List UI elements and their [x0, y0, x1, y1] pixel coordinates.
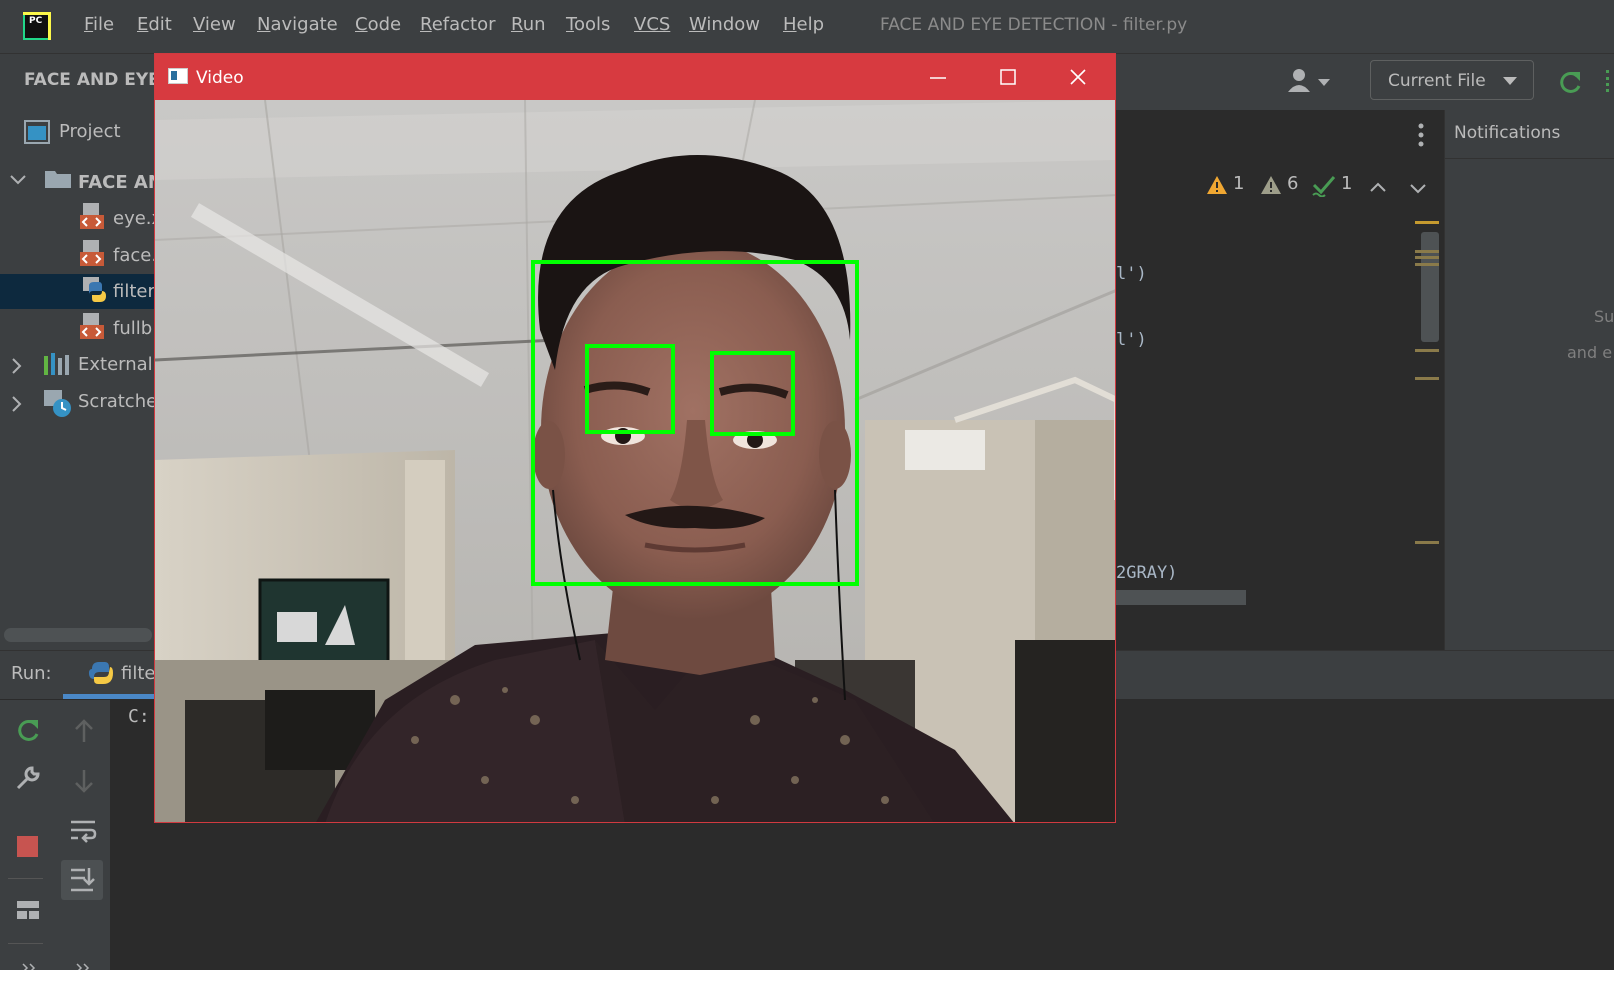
run-label: Run: [11, 663, 52, 684]
menu-help[interactable]: Help [783, 14, 824, 35]
minimize-button[interactable] [903, 54, 973, 100]
xml-file-icon [79, 312, 105, 344]
dropdown-arrow-icon [1503, 77, 1517, 85]
rerun-icon[interactable] [1556, 68, 1584, 100]
soft-wrap-icon[interactable] [69, 818, 97, 848]
menu-tools[interactable]: Tools [566, 14, 610, 35]
rerun-icon[interactable] [14, 716, 42, 748]
code-line-3[interactable]: 2GRAY) [1116, 563, 1177, 583]
ide-window: PC File Edit View Navigate Code Refactor… [0, 0, 1614, 970]
expand-arrow-icon[interactable] [10, 396, 22, 416]
menu-bar: PC File Edit View Navigate Code Refactor… [0, 0, 1614, 53]
code-line-2[interactable]: l') [1116, 330, 1147, 350]
menu-view[interactable]: View [193, 14, 236, 35]
pycharm-logo-icon: PC [23, 12, 51, 40]
code-line-1[interactable]: l') [1116, 264, 1147, 284]
error-stripe-mark[interactable] [1415, 250, 1439, 253]
maximize-button[interactable] [973, 54, 1043, 100]
more-actions-icon[interactable] [1606, 70, 1613, 92]
notifications-title: Notifications [1454, 123, 1561, 143]
project-horizontal-scrollbar[interactable] [4, 628, 152, 642]
error-stripe-mark[interactable] [1415, 263, 1439, 266]
typo-count: 1 [1341, 173, 1353, 194]
notifications-empty-subtext: and e [1567, 343, 1613, 362]
run-tab-active-indicator [63, 694, 158, 699]
run-config-dropdown[interactable]: Current File [1370, 60, 1534, 100]
console-output[interactable]: C: [128, 706, 150, 727]
notifications-panel [1444, 110, 1614, 650]
project-view-icon[interactable] [24, 120, 50, 148]
webcam-frame [155, 100, 1115, 822]
user-icon[interactable] [1287, 68, 1332, 94]
down-arrow-icon[interactable] [73, 768, 95, 798]
close-button[interactable] [1043, 54, 1113, 100]
tree-item-project-root[interactable]: FACE AN [78, 172, 163, 193]
menu-code[interactable]: Code [355, 14, 401, 35]
error-stripe-mark[interactable] [1415, 377, 1439, 380]
stop-icon[interactable] [17, 836, 38, 857]
menu-file[interactable]: File [84, 14, 114, 35]
error-stripe-mark[interactable] [1415, 541, 1439, 544]
tree-item-face-xml[interactable]: face. [113, 245, 157, 266]
video-window-title: Video [196, 68, 244, 88]
menu-run[interactable]: Run [511, 14, 546, 35]
video-window[interactable]: Video [154, 53, 1116, 823]
weak-warning-count: 6 [1287, 173, 1299, 194]
scratches-icon [43, 389, 73, 423]
menu-navigate[interactable]: Navigate [257, 14, 338, 35]
run-tab[interactable]: filte [121, 663, 155, 684]
wrench-icon[interactable] [14, 764, 42, 796]
warning-count: 1 [1233, 173, 1245, 194]
tree-item-external-libraries[interactable]: External [78, 354, 153, 375]
typo-check-icon [1312, 175, 1336, 201]
folder-icon [44, 169, 72, 193]
collapse-arrow-icon[interactable] [10, 172, 26, 191]
editor-more-icon[interactable] [1417, 122, 1425, 152]
menu-edit[interactable]: Edit [137, 14, 172, 35]
scroll-to-end-icon[interactable] [61, 860, 103, 900]
error-stripe-mark[interactable] [1415, 221, 1439, 224]
webcam-scene-image [155, 100, 1115, 822]
menu-window[interactable]: Window [689, 14, 760, 35]
window-title: FACE AND EYE DETECTION - filter.py [880, 15, 1188, 35]
project-panel-title[interactable]: Project [59, 121, 121, 142]
python-run-tab-icon [88, 659, 114, 691]
xml-file-icon [79, 202, 105, 234]
project-breadcrumb[interactable]: FACE AND EYE [24, 70, 160, 90]
menu-vcs[interactable]: VCS [634, 14, 670, 35]
error-stripe-mark[interactable] [1415, 349, 1439, 352]
xml-file-icon [79, 239, 105, 271]
layout-icon[interactable] [16, 900, 40, 924]
tree-item-fullbody-xml[interactable]: fullb [113, 318, 152, 339]
opencv-window-icon [168, 68, 188, 84]
up-arrow-icon[interactable] [73, 718, 95, 748]
expand-more-icon[interactable] [22, 958, 38, 970]
toolbar-divider [8, 878, 43, 879]
notifications-empty-text: Su [1594, 307, 1614, 326]
error-stripe-mark[interactable] [1415, 256, 1439, 259]
python-file-icon [81, 276, 107, 308]
editor-vertical-scrollbar[interactable] [1421, 232, 1439, 342]
video-titlebar[interactable]: Video [155, 54, 1115, 100]
next-highlight-icon[interactable] [1409, 180, 1427, 199]
previous-highlight-icon[interactable] [1369, 178, 1387, 197]
menu-refactor[interactable]: Refactor [420, 14, 496, 35]
editor-horizontal-scrollbar[interactable] [1116, 590, 1246, 605]
toolbar-divider [8, 943, 43, 944]
warning-icon [1206, 175, 1228, 199]
tree-item-filter-py[interactable]: filter [113, 281, 155, 302]
expand-arrow-icon[interactable] [10, 358, 22, 378]
expand-more-icon[interactable] [76, 958, 92, 970]
library-icon [43, 352, 71, 380]
notifications-divider [1444, 158, 1614, 159]
run-config-label: Current File [1388, 71, 1486, 91]
weak-warning-icon [1260, 175, 1282, 199]
